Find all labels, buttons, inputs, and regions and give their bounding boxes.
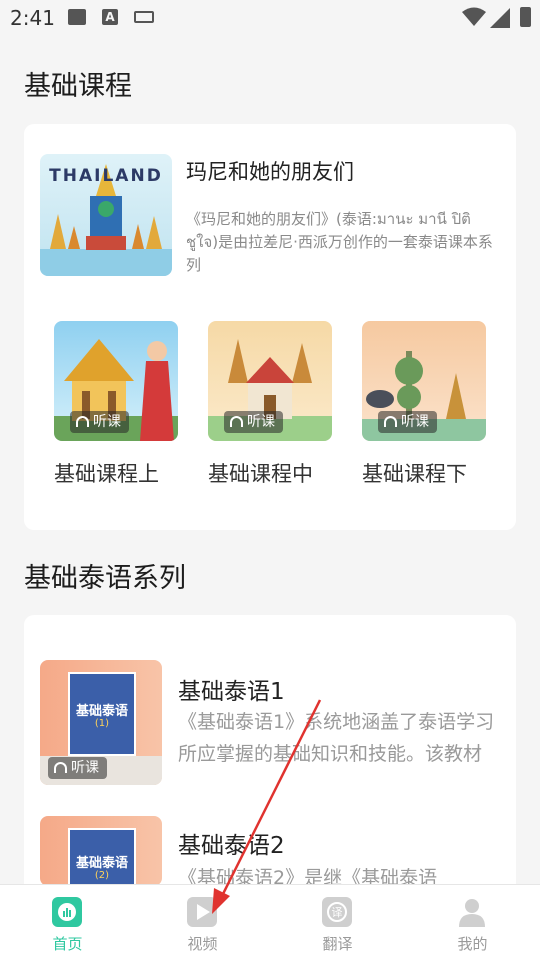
tab-video[interactable]: 视频 <box>135 885 270 960</box>
course-label[interactable]: 基础课程中 <box>208 458 313 488</box>
svg-text:译: 译 <box>332 906 343 919</box>
tab-translate[interactable]: 译 翻译 <box>270 885 405 960</box>
headphones-icon <box>384 416 397 427</box>
headphones-icon <box>54 762 67 773</box>
section-title-basic-course: 基础课程 <box>24 71 132 102</box>
tab-home[interactable]: 首页 <box>0 885 135 960</box>
app-notification-icon: A <box>102 9 118 25</box>
listen-badge: 听课 <box>378 411 437 433</box>
tab-mine[interactable]: 我的 <box>405 885 540 960</box>
book-title[interactable]: 基础泰语2 <box>178 826 285 860</box>
book-description: 《基础泰语2》是继《基础泰语 <box>178 867 438 886</box>
book-cover-art: 基础泰语 (2) <box>68 828 136 886</box>
listen-badge: 听课 <box>48 757 107 779</box>
status-time: 2:41 <box>10 6 55 30</box>
chart-icon <box>52 897 82 927</box>
section-title-basic-thai-series: 基础泰语系列 <box>24 563 186 594</box>
book-cover-number: (1) <box>94 718 110 729</box>
headphones-icon <box>76 416 89 427</box>
status-bar: 2:41 A <box>0 0 540 36</box>
keyboard-icon <box>134 11 154 23</box>
battery-icon <box>520 7 531 27</box>
hero-description: 《玛尼和她的朋友们》(泰语:มานะ มานี ปิติ ชูใจ)是由拉差尼·… <box>186 210 493 274</box>
tab-label: 我的 <box>457 935 488 953</box>
translate-icon: 译 <box>322 897 352 927</box>
book-cover-2[interactable]: 基础泰语 (2) <box>40 816 162 886</box>
headphones-icon <box>230 416 243 427</box>
book-cover-art: 基础泰语 (1) <box>68 672 136 756</box>
bottom-tab-bar: 首页 视频 译 翻译 我的 <box>0 884 540 960</box>
listen-badge: 听课 <box>70 411 129 433</box>
listen-badge: 听课 <box>224 411 283 433</box>
book-cover-number: (2) <box>94 870 110 881</box>
image-notification-icon <box>68 9 86 25</box>
person-icon <box>457 897 487 927</box>
tab-label: 首页 <box>52 935 83 953</box>
book-description: 《基础泰语1》系统地涵盖了泰语学习所应掌握的基础知识和技能。该教材 <box>178 711 495 765</box>
book-title[interactable]: 基础泰语1 <box>178 672 285 706</box>
book-cover-title: 基础泰语 <box>75 856 128 871</box>
tab-label: 翻译 <box>322 935 353 953</box>
hero-title[interactable]: 玛尼和她的朋友们 <box>186 156 354 186</box>
book-cover-title: 基础泰语 <box>75 704 128 719</box>
tab-label: 视频 <box>187 935 218 953</box>
play-icon <box>187 897 217 927</box>
course-label[interactable]: 基础课程下 <box>362 458 467 488</box>
hero-thumbnail[interactable]: THAILAND <box>40 154 172 276</box>
thumbnail-caption: THAILAND <box>49 166 163 186</box>
wifi-icon <box>462 7 486 26</box>
course-label[interactable]: 基础课程上 <box>54 458 159 488</box>
signal-icon <box>490 8 510 28</box>
